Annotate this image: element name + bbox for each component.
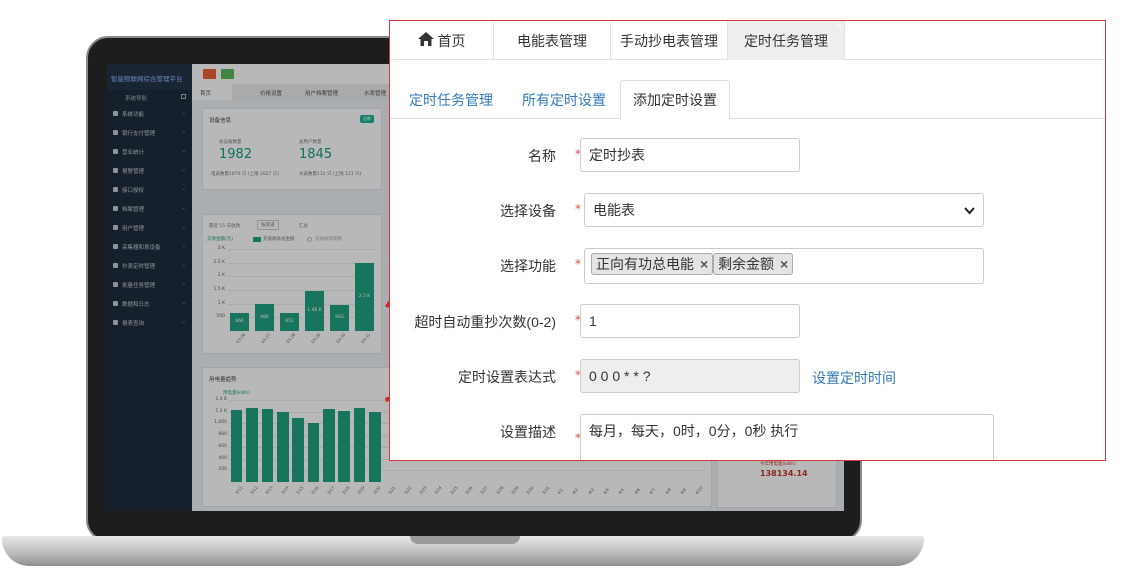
device-select[interactable]: 电能表 — [584, 193, 984, 227]
device-label: 选择设备 — [500, 203, 556, 219]
retry-input[interactable]: 1 — [580, 304, 800, 338]
cron-label: 定时设置表达式 — [458, 369, 556, 385]
tab-meter-management[interactable]: 电能表管理 — [494, 21, 611, 60]
tab-manual-reading[interactable]: 手动抄电表管理 — [611, 21, 728, 60]
device-select-value: 电能表 — [593, 202, 635, 218]
panel-top-tabs: 首页 电能表管理 手动抄电表管理 定时任务管理 × — [390, 21, 1105, 60]
name-label: 名称 — [528, 148, 556, 164]
function-chip-forward-energy: 正向有功总电能 × — [591, 253, 714, 275]
tab-meter-management-label: 电能表管理 — [517, 32, 587, 49]
description-textarea[interactable]: 每月，每天，0时，0分，0秒 执行 — [580, 414, 994, 460]
panel-sub-tabs: 定时任务管理 所有定时设置 添加定时设置 — [390, 80, 1105, 120]
function-multiselect[interactable]: 正向有功总电能 × 剩余金额 × — [584, 248, 984, 284]
tab-scheduled-tasks[interactable]: 定时任务管理 × — [728, 21, 845, 60]
close-tab-icon[interactable]: × — [836, 23, 842, 33]
subtab-all-schedules[interactable]: 所有定时设置 — [512, 80, 616, 119]
tab-home[interactable]: 首页 — [390, 21, 494, 60]
tab-scheduled-tasks-label: 定时任务管理 — [744, 32, 828, 49]
tab-home-label: 首页 — [437, 32, 466, 49]
chip-label-balance: 剩余金额 — [718, 256, 774, 272]
cron-expression-field[interactable]: 0 0 0 * * ? — [580, 359, 800, 393]
chip-remove-icon[interactable]: × — [780, 256, 788, 272]
schedule-panel: 首页 电能表管理 手动抄电表管理 定时任务管理 × 定时任务管理 所有定时设置 … — [389, 20, 1106, 461]
subtab-task-management[interactable]: 定时任务管理 — [399, 80, 503, 119]
desc-label: 设置描述 — [500, 424, 556, 440]
retry-label: 超时自动重抄次数(0-2) — [414, 314, 556, 330]
device-required-mark: * — [575, 202, 581, 216]
subtab-add-schedule[interactable]: 添加定时设置 — [620, 80, 730, 120]
home-icon — [417, 32, 434, 49]
function-chip-balance: 剩余金额 × — [713, 253, 794, 275]
tab-manual-reading-label: 手动抄电表管理 — [620, 32, 718, 49]
chip-remove-icon[interactable]: × — [700, 256, 708, 272]
function-label: 选择功能 — [500, 258, 556, 274]
set-time-link[interactable]: 设置定时时间 — [812, 368, 896, 388]
name-input[interactable]: 定时抄表 — [580, 138, 800, 172]
chip-label-forward-energy: 正向有功总电能 — [596, 256, 694, 272]
chevron-down-icon — [964, 204, 975, 218]
function-required-mark: * — [575, 257, 581, 271]
